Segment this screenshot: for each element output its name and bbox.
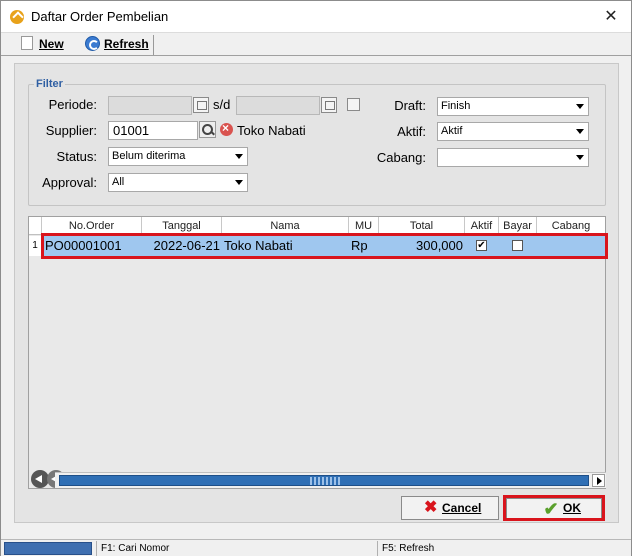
filter-legend: Filter <box>34 78 65 90</box>
aktif-select-value: Aktif <box>441 125 463 137</box>
cabang-select[interactable] <box>437 148 589 167</box>
aktif-select[interactable]: Aktif <box>437 122 589 141</box>
new-button[interactable]: New <box>39 35 64 54</box>
status-select-value: Belum diterima <box>112 150 186 162</box>
status-progress <box>4 542 92 555</box>
status-label: Status: <box>56 149 97 164</box>
cancel-button[interactable]: ✖ Cancel <box>401 496 499 520</box>
periode-start-calendar-icon[interactable] <box>193 97 209 113</box>
chevron-down-icon <box>576 104 584 109</box>
scroll-right-icon[interactable] <box>592 474 605 487</box>
status-f1: F1: Cari Nomor <box>96 541 376 556</box>
chevron-down-icon <box>576 155 584 160</box>
supplier-code-input[interactable]: 01001 <box>108 121 198 140</box>
row-highlight-annotation <box>41 233 608 259</box>
window-title: Daftar Order Pembelian <box>31 9 169 24</box>
horizontal-scrollbar[interactable] <box>55 472 606 488</box>
draft-select-value: Finish <box>441 100 471 112</box>
refresh-button[interactable]: Refresh <box>104 35 149 54</box>
aktif-label: Aktif: <box>397 124 426 139</box>
supplier-search-icon[interactable] <box>199 121 216 138</box>
status-bar: F1: Cari Nomor F5: Refresh <box>1 539 631 556</box>
periode-checkbox[interactable] <box>347 98 360 111</box>
supplier-label: Supplier: <box>45 123 97 138</box>
cabang-label: Cabang: <box>376 150 426 165</box>
scrollbar-grip-icon <box>310 477 340 485</box>
toolbar: New Refresh <box>1 32 631 56</box>
approval-select[interactable]: All <box>108 173 248 192</box>
close-button[interactable]: ✕ <box>591 1 631 32</box>
title-bar: Daftar Order Pembelian ✕ <box>1 1 631 32</box>
chevron-down-icon <box>235 154 243 159</box>
draft-select[interactable]: Finish <box>437 97 589 116</box>
refresh-button-label: Refresh <box>104 37 149 51</box>
new-button-label: New <box>39 37 64 51</box>
periode-label: Periode: <box>48 97 97 112</box>
cancel-button-label: Cancel <box>442 501 482 515</box>
cancel-icon: ✖ <box>424 499 438 516</box>
new-document-icon <box>21 36 33 50</box>
approval-select-value: All <box>112 176 125 188</box>
approval-label: Approval: <box>42 175 97 190</box>
ok-highlight-annotation <box>503 495 605 521</box>
supplier-clear-icon[interactable] <box>220 121 233 136</box>
periode-end-calendar-icon[interactable] <box>321 97 337 113</box>
chevron-down-icon <box>235 180 243 185</box>
app-icon <box>10 10 24 24</box>
chevron-down-icon <box>576 129 584 134</box>
scrollbar-thumb[interactable] <box>59 475 589 486</box>
status-select[interactable]: Belum diterima <box>108 147 248 166</box>
periode-start-input[interactable] <box>108 96 192 115</box>
draft-label: Draft: <box>394 98 426 113</box>
supplier-name: Toko Nabati <box>237 123 306 138</box>
window: Daftar Order Pembelian ✕ New Refresh Fil… <box>0 0 632 556</box>
periode-end-input[interactable] <box>236 96 320 115</box>
status-f5: F5: Refresh <box>377 541 629 556</box>
periode-sd-label: s/d <box>213 97 231 112</box>
refresh-icon <box>85 36 100 51</box>
toolbar-separator <box>153 35 154 55</box>
